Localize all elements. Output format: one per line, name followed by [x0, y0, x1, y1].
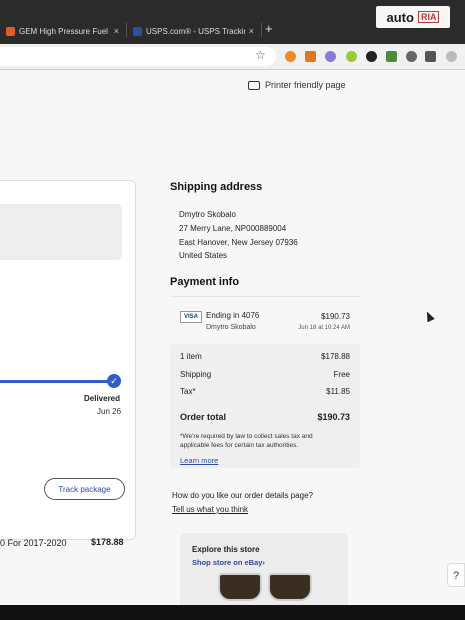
- printer-friendly-link[interactable]: Printer friendly page: [248, 80, 346, 90]
- order-total-value: $190.73: [317, 412, 350, 422]
- summary-row-tax: Tax* $11.85: [180, 387, 350, 396]
- puzzle-icon[interactable]: [425, 51, 436, 62]
- watermark-logo: auto RIA: [376, 6, 450, 28]
- order-details-page: Printer friendly page ✓ Delivered Jun 26…: [0, 70, 465, 605]
- help-button[interactable]: ?: [447, 563, 465, 587]
- payment-info-heading: Payment info: [170, 276, 240, 288]
- feedback-question: How do you like our order details page?: [172, 491, 313, 500]
- order-summary: 1 item $178.88 Shipping Free Tax* $11.85…: [170, 344, 360, 468]
- extension-dark-icon[interactable]: [366, 51, 377, 62]
- watermark-brand: auto: [386, 9, 414, 25]
- screen-bezel: [0, 605, 465, 620]
- shipment-info-placeholder: [0, 204, 122, 260]
- delivery-status: Delivered: [84, 394, 121, 403]
- tab-favicon: [133, 26, 142, 36]
- learn-more-link[interactable]: Learn more: [180, 456, 218, 465]
- summary-row-shipping: Shipping Free: [180, 370, 350, 379]
- shipping-address-heading: Shipping address: [170, 181, 263, 193]
- tab-title: USPS.com® - USPS Tracking: [146, 26, 245, 36]
- extension-grey-icon[interactable]: [406, 51, 417, 62]
- extension-purple-icon[interactable]: [325, 51, 336, 62]
- tab-favicon: [6, 26, 15, 36]
- track-package-button[interactable]: Track package: [44, 478, 125, 500]
- extension-green-icon[interactable]: [346, 51, 357, 62]
- star-icon[interactable]: ☆: [255, 48, 266, 62]
- visa-card-icon: VISA: [180, 311, 202, 323]
- summary-row-total: Order total $190.73: [180, 412, 350, 422]
- new-tab-button[interactable]: +: [265, 21, 273, 36]
- delivery-progress-bar: [0, 380, 110, 383]
- summary-value: $11.85: [326, 387, 350, 396]
- item-title[interactable]: 0 For 2017-2020: [0, 538, 67, 548]
- feedback-link[interactable]: Tell us what you think: [172, 505, 248, 514]
- summary-label: 1 item: [180, 352, 202, 361]
- tab-divider: [261, 23, 262, 37]
- printer-icon: [248, 80, 260, 90]
- close-icon[interactable]: ×: [114, 26, 119, 36]
- browser-tab-strip: GEM High Pressure Fuel Pum × USPS.com® -…: [0, 0, 465, 44]
- browser-toolbar: ☆: [0, 44, 465, 70]
- extension-pen-icon[interactable]: [386, 51, 397, 62]
- summary-label: Tax*: [180, 387, 196, 396]
- tab-title: GEM High Pressure Fuel Pum: [19, 26, 110, 36]
- product-image[interactable]: [268, 573, 312, 601]
- mouse-cursor-icon: [423, 309, 435, 323]
- address-line: United States: [179, 251, 228, 260]
- payment-method-row: VISA Ending in 4076 Dmytro Skobalo $190.…: [170, 296, 360, 340]
- explore-store-card: Explore this store Shop store on eBay›: [180, 533, 348, 605]
- address-line: 27 Merry Lane, NP000889004: [179, 224, 287, 233]
- item-price: $178.88: [91, 537, 124, 547]
- profile-icon[interactable]: [446, 51, 457, 62]
- shop-store-link[interactable]: Shop store on eBay›: [192, 558, 265, 567]
- summary-value: $178.88: [321, 352, 350, 361]
- extension-orange-icon[interactable]: [285, 51, 296, 62]
- summary-value: Free: [333, 370, 350, 379]
- address-line: Dmytro Skobalo: [179, 210, 236, 219]
- order-total-label: Order total: [180, 412, 227, 422]
- watermark-badge: RIA: [417, 11, 440, 23]
- summary-row-items: 1 item $178.88: [180, 352, 350, 361]
- tab-gem-fuel-pump[interactable]: GEM High Pressure Fuel Pum ×: [0, 20, 125, 42]
- product-image[interactable]: [218, 573, 262, 601]
- tab-usps-tracking[interactable]: USPS.com® - USPS Tracking ×: [127, 20, 260, 42]
- printer-label: Printer friendly page: [265, 80, 346, 90]
- store-title: Explore this store: [192, 545, 260, 554]
- checkmark-icon: ✓: [107, 374, 121, 388]
- delivery-date: Jun 26: [97, 407, 122, 416]
- summary-label: Shipping: [180, 370, 212, 379]
- card-ending: Ending in 4076: [206, 311, 260, 320]
- close-icon[interactable]: ×: [249, 26, 254, 36]
- address-line: East Hanover, New Jersey 07936: [179, 238, 298, 247]
- payment-date: Jun 18 at 10:24 AM: [298, 325, 350, 331]
- tax-note: *We're required by law to collect sales …: [180, 433, 313, 449]
- payment-amount: $190.73: [321, 312, 350, 321]
- address-bar[interactable]: [0, 47, 276, 66]
- cardholder-name: Dmytro Skobalo: [206, 324, 256, 331]
- extension-metamask-icon[interactable]: [305, 51, 316, 62]
